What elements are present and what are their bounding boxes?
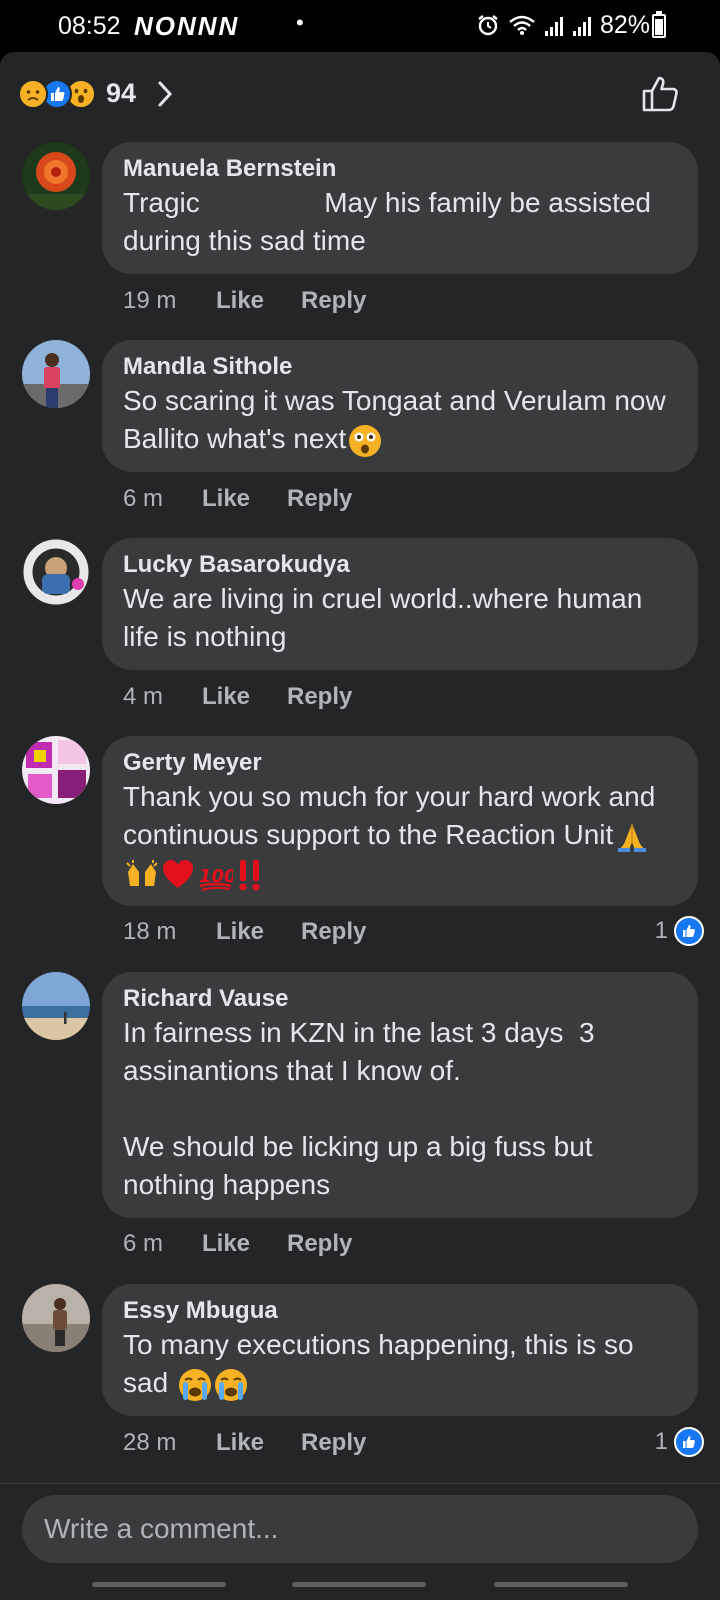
comment-actions: 4 m Like Reply: [123, 683, 352, 711]
like-button[interactable]: Like: [202, 1230, 287, 1258]
comment-author[interactable]: Mandla Sithole: [123, 352, 678, 382]
comment-text-content: Thank you so much for your hard work and…: [123, 781, 664, 850]
composer-divider: [0, 1483, 720, 1484]
notification-icons: NONNN: [134, 11, 240, 41]
comment-author[interactable]: Lucky Basarokudya: [123, 550, 678, 580]
raised-hands-emoji: [126, 859, 158, 886]
comment-time[interactable]: 6 m: [123, 485, 202, 513]
comment-actions: 6 m Like Reply: [123, 485, 352, 513]
loudly-crying-face-emoji: [214, 1368, 247, 1401]
comment-time[interactable]: 28 m: [123, 1429, 216, 1457]
double-exclamation-emoji: [239, 859, 260, 891]
avatar[interactable]: [22, 340, 90, 408]
comment-bubble[interactable]: Gerty Meyer Thank you so much for your h…: [102, 736, 698, 906]
comment-like-count[interactable]: 1: [655, 916, 704, 946]
comment-time[interactable]: 6 m: [123, 1230, 202, 1258]
comment-text: In fairness in KZN in the last 3 days 3 …: [123, 1017, 595, 1200]
comment-author[interactable]: Essy Mbugua: [123, 1296, 678, 1326]
chevron-right-icon: [158, 81, 173, 106]
like-button[interactable]: Like: [216, 918, 301, 946]
signal-icon-2: [572, 17, 591, 36]
comment-actions: 6 m Like Reply: [123, 1230, 352, 1258]
thumbs-up-icon[interactable]: [640, 74, 680, 114]
like-count-number: 1: [654, 917, 668, 944]
like-button[interactable]: Like: [216, 1429, 301, 1457]
comment-like-count[interactable]: 1: [655, 1427, 704, 1457]
comment-actions: 19 m Like Reply: [123, 287, 366, 315]
avatar[interactable]: [22, 1284, 90, 1352]
like-badge-icon: [674, 1427, 704, 1457]
reply-button[interactable]: Reply: [287, 485, 352, 513]
sad-reaction-icon: [18, 78, 48, 109]
astonished-face-emoji: [349, 424, 382, 457]
hundred-points-emoji: 100: [199, 866, 233, 891]
like-button[interactable]: Like: [216, 287, 301, 315]
comments-panel: 94 Manuela Bernstein Tragic May his fami…: [0, 52, 720, 1600]
comment-author[interactable]: Richard Vause: [123, 984, 678, 1014]
comment-bubble[interactable]: Lucky Basarokudya We are living in cruel…: [102, 538, 698, 670]
like-count-number: 1: [654, 1428, 668, 1455]
avatar[interactable]: [22, 972, 90, 1040]
comment-input-placeholder: Write a comment...: [44, 1513, 279, 1544]
comment-bubble[interactable]: Richard Vause In fairness in KZN in the …: [102, 972, 698, 1218]
reply-button[interactable]: Reply: [301, 918, 366, 946]
comment-author[interactable]: Manuela Bernstein: [123, 154, 678, 184]
comment-text: We are living in cruel world..where huma…: [123, 583, 651, 652]
red-heart-emoji: [163, 859, 193, 888]
comment-actions: 18 m Like Reply: [123, 918, 366, 946]
reply-button[interactable]: Reply: [287, 1230, 352, 1258]
nav-bar-hint: [92, 1582, 226, 1587]
reactions-summary[interactable]: 94: [18, 78, 176, 109]
like-badge-icon: [674, 916, 704, 946]
comment-bubble[interactable]: Manuela Bernstein Tragic May his family …: [102, 142, 698, 274]
comment-text: Tragic May his family be assisted during…: [123, 187, 659, 256]
reactions-header: 94: [0, 52, 720, 132]
folded-hands-emoji: [618, 823, 647, 852]
comment-time[interactable]: 4 m: [123, 683, 202, 711]
status-right: 82%: [476, 10, 650, 40]
nav-bar-hint: [494, 1582, 628, 1587]
comment-text: To many executions happening, this is so…: [123, 1326, 678, 1402]
reaction-count: 94: [106, 78, 137, 108]
status-dot: •: [296, 10, 304, 35]
comment-bubble[interactable]: Mandla Sithole So scaring it was Tongaat…: [102, 340, 698, 472]
comment-input[interactable]: Write a comment...: [22, 1495, 698, 1563]
comment-time[interactable]: 19 m: [123, 287, 216, 315]
loudly-crying-face-emoji: [178, 1368, 211, 1401]
status-time: 08:52: [58, 12, 121, 40]
avatar[interactable]: [22, 142, 90, 210]
reply-button[interactable]: Reply: [301, 287, 366, 315]
wifi-icon: [509, 15, 535, 35]
avatar[interactable]: [22, 538, 90, 606]
comment-author[interactable]: Gerty Meyer: [123, 748, 678, 778]
battery-percent: 82%: [599, 10, 650, 39]
like-button[interactable]: Like: [202, 485, 287, 513]
battery-icon: [652, 11, 666, 38]
comment-bubble[interactable]: Essy Mbugua To many executions happening…: [102, 1284, 698, 1416]
comment-time[interactable]: 18 m: [123, 918, 216, 946]
signal-icon-1: [544, 17, 563, 36]
avatar[interactable]: [22, 736, 90, 804]
comment-text: So scaring it was Tongaat and Verulam no…: [123, 382, 678, 458]
reply-button[interactable]: Reply: [287, 683, 352, 711]
reply-button[interactable]: Reply: [301, 1429, 366, 1457]
comment-text: Thank you so much for your hard work and…: [123, 778, 678, 892]
comment-actions: 28 m Like Reply: [123, 1429, 366, 1457]
comment-text-content: So scaring it was Tongaat and Verulam no…: [123, 385, 674, 454]
alarm-icon: [478, 15, 498, 36]
like-button[interactable]: Like: [202, 683, 287, 711]
status-bar: 08:52 NONNN • 82%: [0, 0, 720, 52]
nav-bar-hint: [292, 1582, 426, 1587]
